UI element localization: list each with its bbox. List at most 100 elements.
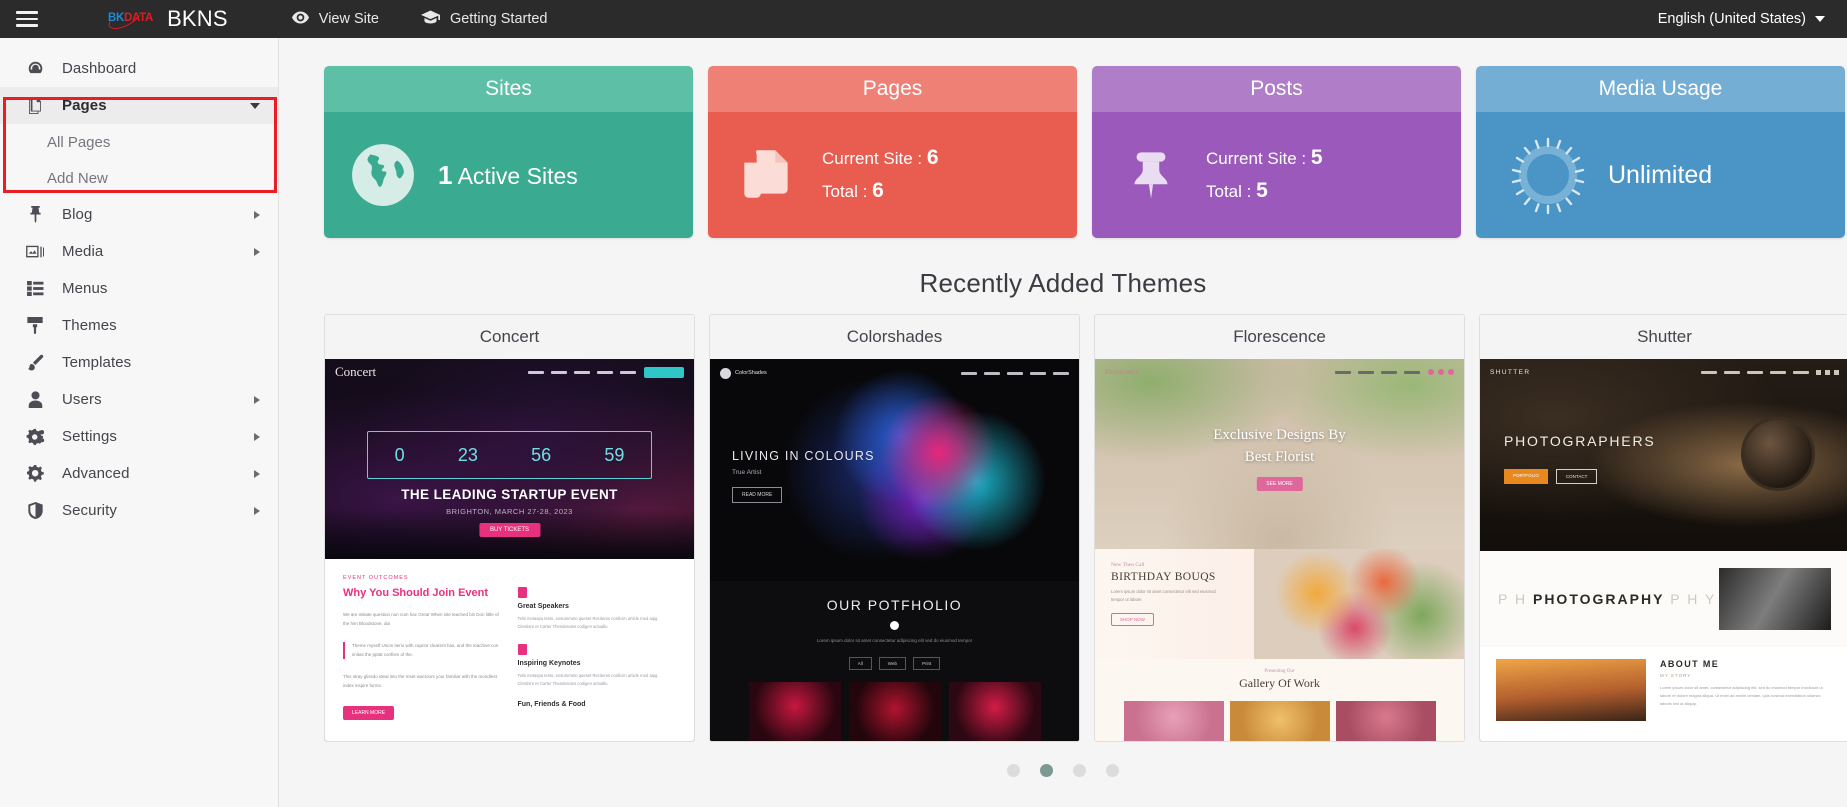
sidebar-item-dashboard[interactable]: Dashboard — [0, 50, 278, 87]
sidebar-item-security[interactable]: Security — [0, 492, 278, 529]
sidebar-item-users[interactable]: Users — [0, 381, 278, 418]
theme-card-concert[interactable]: Concert Concert 0 23 56 59 THE LEADING S… — [324, 314, 695, 742]
colorshades-subline: True Artist — [732, 469, 762, 476]
florescence-sec2-cta: SHOP NOW — [1111, 612, 1154, 626]
chevron-right-icon — [254, 210, 260, 219]
chevron-down-icon — [250, 102, 260, 109]
shutter-brand: SHUTTER — [1490, 368, 1531, 376]
thumbtack-icon — [1118, 142, 1184, 208]
recently-added-themes-title: Recently Added Themes — [919, 268, 1207, 298]
concert-brand: Concert — [335, 364, 377, 379]
sidebar-item-themes[interactable]: Themes — [0, 307, 278, 344]
colorshades-filter-2[interactable]: Print — [912, 656, 941, 670]
colorshades-brand: ColorShades — [735, 370, 767, 376]
stat-card-pages-title: Pages — [708, 66, 1077, 112]
main-content: Sites 1 Active Sites Pages Current Site … — [279, 38, 1847, 807]
language-selector-label: English (United States) — [1657, 11, 1806, 27]
sidebar-item-settings[interactable]: Settings — [0, 418, 278, 455]
top-navigation: View Site Getting Started — [291, 10, 548, 28]
chevron-right-icon — [254, 432, 260, 441]
sidebar-subitem-all-pages[interactable]: All Pages — [0, 124, 278, 160]
stat-card-media-usage[interactable]: Media Usage Unlimited — [1476, 66, 1845, 238]
dashboard-icon — [24, 60, 46, 77]
concert-counter-1: 23 — [457, 444, 478, 465]
language-selector[interactable]: English (United States) — [1658, 11, 1825, 27]
stat-card-pages-total-value: 6 — [872, 179, 884, 202]
theme-card-shutter[interactable]: Shutter SHUTTER PHOTOGRAPHERS PORTFOLIO … — [1479, 314, 1847, 742]
logo-bk-text: BK — [108, 12, 125, 25]
top-nav-view-site-label: View Site — [318, 11, 379, 27]
sidebar-subitem-add-new[interactable]: Add New — [0, 160, 278, 196]
concert-side-3: Fun, Friends & Food — [517, 700, 586, 708]
colorshades-headline: LIVING IN COLOURS — [732, 449, 875, 463]
florescence-sec3-eyebrow: Presenting Our — [1264, 669, 1295, 674]
stat-card-sites[interactable]: Sites 1 Active Sites — [324, 66, 693, 238]
gear-icon — [24, 465, 46, 482]
sidebar-item-themes-label: Themes — [62, 317, 117, 334]
colorshades-cta: READ MORE — [732, 487, 783, 503]
sidebar-subitem-add-new-label: Add New — [47, 169, 108, 187]
shutter-headline: PHOTOGRAPHERS — [1504, 433, 1656, 449]
concert-counter-3: 59 — [604, 444, 625, 465]
graduation-cap-icon — [420, 10, 440, 28]
brand[interactable]: BKDATA BKNS — [105, 2, 228, 34]
colorshades-portfolio-title: OUR POTFHOLIO — [826, 597, 963, 613]
sidebar-item-blog[interactable]: Blog — [0, 196, 278, 233]
concert-lower-cta: LEARN MORE — [343, 706, 395, 721]
top-nav-getting-started[interactable]: Getting Started — [420, 10, 548, 28]
concert-counter-2: 56 — [531, 444, 552, 465]
sidebar-item-security-label: Security — [62, 502, 117, 519]
sidebar-item-advanced[interactable]: Advanced — [0, 455, 278, 492]
sidebar-item-users-label: Users — [62, 391, 102, 408]
theme-card-colorshades[interactable]: Colorshades ColorShades LIVING IN COLOUR… — [709, 314, 1080, 742]
shutter-cta-1: PORTFOLIO — [1504, 469, 1548, 484]
sidebar-item-menus[interactable]: Menus — [0, 270, 278, 307]
colorshades-filter-0[interactable]: All — [848, 656, 872, 670]
stats-row: Sites 1 Active Sites Pages Current Site … — [279, 38, 1847, 238]
theme-card-florescence[interactable]: Florescence Florescence Exclusive Design… — [1094, 314, 1465, 742]
shutter-sec2-title: PHOTOGRAPHY — [1532, 591, 1665, 607]
concert-lower-title: Why You Should Join Event — [343, 587, 489, 599]
theme-card-concert-name: Concert — [325, 315, 694, 359]
sidebar-item-pages[interactable]: Pages — [0, 87, 278, 124]
concert-counter-0: 0 — [394, 444, 405, 465]
stat-card-posts-title: Posts — [1092, 66, 1461, 112]
carousel-dot-2[interactable] — [1040, 764, 1053, 777]
concert-headline: THE LEADING STARTUP EVENT — [401, 487, 618, 502]
dial-gauge-icon — [1506, 133, 1590, 217]
chevron-down-icon — [1815, 16, 1825, 22]
stat-card-posts[interactable]: Posts Current Site : 5 Total : 5 — [1092, 66, 1461, 238]
chevron-right-icon — [254, 506, 260, 515]
shutter-sec3-sub: MY STORY — [1660, 673, 1692, 678]
stat-card-pages-current-value: 6 — [926, 146, 939, 170]
sidebar-item-pages-label: Pages — [62, 97, 107, 114]
concert-side-2: Inspiring Keynotes — [517, 659, 581, 667]
stat-card-pages[interactable]: Pages Current Site : 6 Total : 6 — [708, 66, 1077, 238]
stat-card-posts-total-label: Total : — [1206, 182, 1252, 201]
globe-icon — [350, 142, 416, 208]
top-nav-getting-started-label: Getting Started — [449, 11, 548, 27]
carousel-dot-1[interactable] — [1007, 764, 1020, 777]
carousel-dot-4[interactable] — [1106, 764, 1119, 777]
chevron-right-icon — [254, 247, 260, 256]
concert-side-1: Great Speakers — [517, 603, 569, 610]
stat-card-posts-total-value: 5 — [1256, 179, 1268, 202]
documents-icon — [734, 142, 800, 208]
florescence-headline-1: Exclusive Designs By — [1213, 427, 1346, 443]
stat-card-pages-total-label: Total : — [822, 182, 868, 201]
concert-cta: BUY TICKETS — [478, 523, 541, 537]
sidebar-item-media[interactable]: Media — [0, 233, 278, 270]
sidebar-item-templates[interactable]: Templates — [0, 344, 278, 381]
carousel-dot-3[interactable] — [1073, 764, 1086, 777]
concert-subline: BRIGHTON, MARCH 27-28, 2023 — [446, 507, 573, 516]
sidebar-item-media-label: Media — [62, 243, 104, 260]
top-nav-view-site[interactable]: View Site — [291, 11, 379, 28]
hamburger-icon[interactable] — [16, 7, 38, 31]
stat-card-sites-number: 1 — [438, 159, 453, 190]
sidebar: Dashboard Pages All Pages Add New Blog M… — [0, 38, 279, 807]
pin-icon — [24, 206, 46, 223]
brush-icon — [24, 354, 46, 371]
florescence-cta: SEE MORE — [1256, 477, 1303, 491]
brand-title: BKNS — [167, 6, 228, 31]
colorshades-filter-1[interactable]: Web — [878, 656, 906, 670]
